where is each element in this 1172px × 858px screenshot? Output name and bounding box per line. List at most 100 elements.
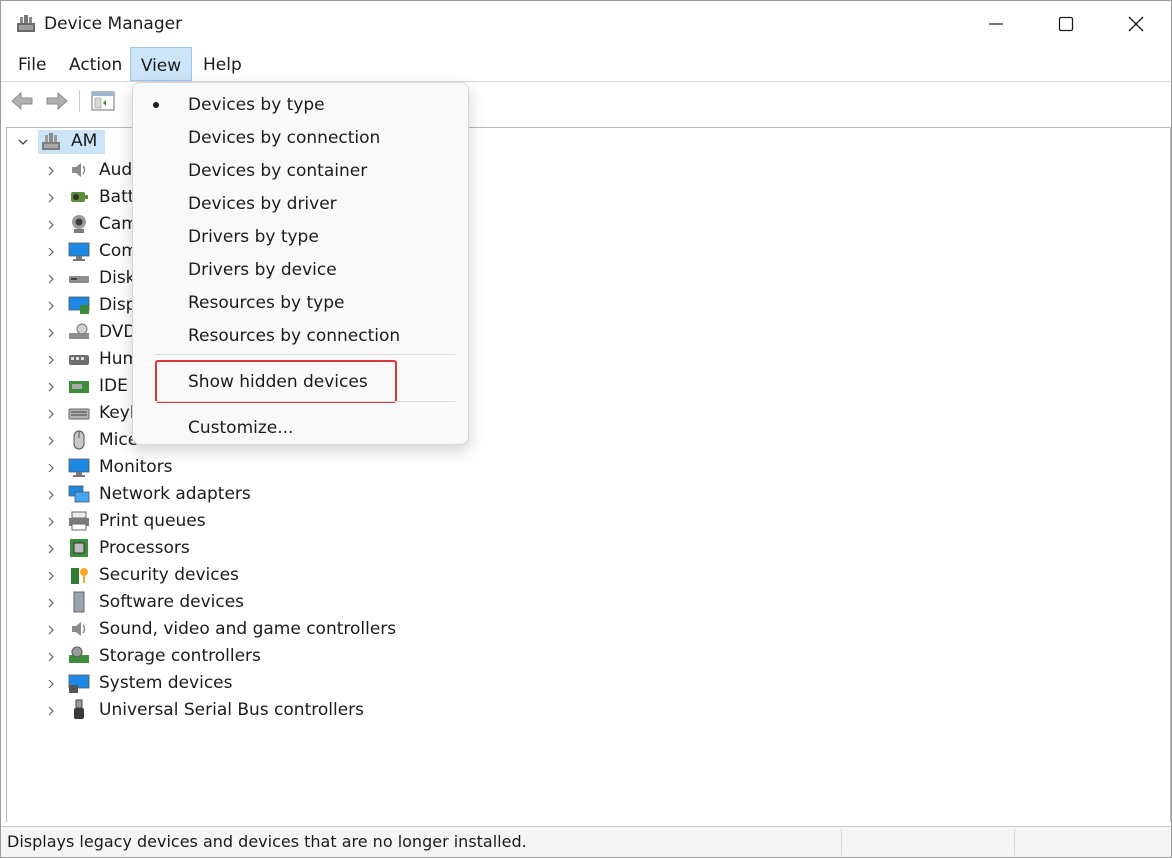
ide-device-icon [69,381,89,393]
status-text: Displays legacy devices and devices that… [7,832,527,851]
chevron-right-icon[interactable] [45,300,57,312]
monitor-device-icon [68,242,90,261]
menu-separator [155,354,455,355]
menu-file[interactable]: File [18,47,46,81]
menu-view[interactable]: View [130,47,192,81]
minimize-button[interactable] [961,1,1031,47]
menu-item-label: Customize... [188,418,294,438]
mice-device-icon [73,430,85,450]
tree-category-node[interactable]: Processors [7,535,707,562]
chevron-right-icon[interactable] [45,273,57,285]
chevron-right-icon[interactable] [45,570,57,582]
dvd-device-icon [69,323,89,339]
chevron-right-icon[interactable] [45,327,57,339]
status-divider [1014,829,1015,855]
menu-action[interactable]: Action [69,47,122,81]
maximize-button[interactable] [1031,1,1101,47]
tree-category-label: Disk [99,268,136,288]
tree-category-label: Print queues [99,511,206,531]
menu-item-label: Resources by connection [188,326,401,346]
chevron-right-icon[interactable] [45,219,57,231]
tree-category-label: Software devices [99,592,245,612]
menu-item-view-mode[interactable]: Drivers by device [133,253,468,286]
chevron-right-icon[interactable] [45,192,57,204]
menu-item-label: Devices by driver [188,194,337,214]
tree-category-node[interactable]: Software devices [7,589,707,616]
menu-help[interactable]: Help [203,47,242,81]
menu-item-view-mode[interactable]: Resources by type [133,286,468,319]
highlight-annotation-box [155,360,397,403]
chevron-right-icon[interactable] [45,354,57,366]
tree-category-node[interactable]: Sound, video and game controllers [7,616,707,643]
forward-arrow-icon [46,91,68,111]
chevron-right-icon[interactable] [45,705,57,717]
close-button[interactable] [1101,1,1171,47]
close-icon [1128,16,1144,32]
chevron-right-icon[interactable] [45,165,57,177]
tree-category-node[interactable]: Network adapters [7,481,707,508]
forward-button[interactable] [44,88,70,114]
view-menu-dropdown: Show hidden devices Customize... Devices… [132,82,469,445]
tree-category-node[interactable]: Universal Serial Bus controllers [7,697,707,724]
menu-item-view-mode[interactable]: Devices by container [133,154,468,187]
window-title: Device Manager [44,14,183,34]
maximize-icon [1058,16,1074,32]
show-hide-console-tree-button[interactable] [90,88,116,114]
back-button[interactable] [9,88,35,114]
tree-category-label: Batt [99,187,135,207]
storage-device-icon [69,646,89,663]
menu-item-label: Devices by connection [188,128,381,148]
menu-separator [155,401,455,402]
camera-device-icon [72,215,86,233]
chevron-right-icon[interactable] [45,678,57,690]
chevron-right-icon[interactable] [45,408,57,420]
chevron-right-icon[interactable] [45,516,57,528]
menu-item-view-mode[interactable]: Drivers by type [133,220,468,253]
tree-category-label: Aud [99,160,133,180]
network-device-icon [68,485,90,503]
menu-item-view-mode[interactable]: Devices by driver [133,187,468,220]
tree-category-node[interactable]: Print queues [7,508,707,535]
tree-category-node[interactable]: Security devices [7,562,707,589]
chevron-right-icon[interactable] [45,435,57,447]
disk-device-icon [69,276,89,283]
title-bar: Device Manager [1,1,1171,49]
tree-category-label: Universal Serial Bus controllers [99,700,365,720]
tree-category-label: Network adapters [99,484,251,504]
toolbar-divider [79,90,80,112]
menu-item-label: Drivers by type [188,227,319,247]
hid-device-icon [69,355,89,365]
chevron-right-icon[interactable] [45,246,57,258]
menu-item-view-mode[interactable]: Resources by connection [133,319,468,352]
audio-device-icon [72,163,86,177]
chevron-right-icon[interactable] [45,381,57,393]
tree-root-node[interactable]: AM [7,128,127,155]
menu-item-view-mode[interactable]: Devices by connection [133,121,468,154]
menu-item-view-mode[interactable]: Devices by type [133,88,468,121]
menu-item-label: Devices by container [188,161,368,181]
keyboard-device-icon [68,408,90,420]
chevron-right-icon[interactable] [45,543,57,555]
chevron-down-icon [18,139,28,145]
menu-bar: File Action View Help [1,47,1171,81]
menu-item-label: Resources by type [188,293,345,313]
display-device-icon [68,296,90,314]
tree-category-node[interactable]: System devices [7,670,707,697]
tree-category-node[interactable]: Storage controllers [7,643,707,670]
chevron-right-icon[interactable] [45,489,57,501]
menu-item-label: Drivers by device [188,260,337,280]
chevron-right-icon[interactable] [45,651,57,663]
monitor-device-icon [68,458,90,477]
tree-category-label: Storage controllers [99,646,261,666]
tree-category-label: Monitors [99,457,173,477]
chevron-right-icon[interactable] [45,624,57,636]
tree-category-label: DVD [99,322,137,342]
chevron-right-icon[interactable] [45,462,57,474]
usb-device-icon [74,699,84,719]
menu-item-customize[interactable]: Customize... [133,411,468,444]
console-tree-icon [91,91,115,111]
chevron-right-icon[interactable] [45,597,57,609]
tree-category-node[interactable]: Monitors [7,454,707,481]
menu-item-label: Devices by type [188,95,325,115]
sound-device-icon [72,622,86,636]
